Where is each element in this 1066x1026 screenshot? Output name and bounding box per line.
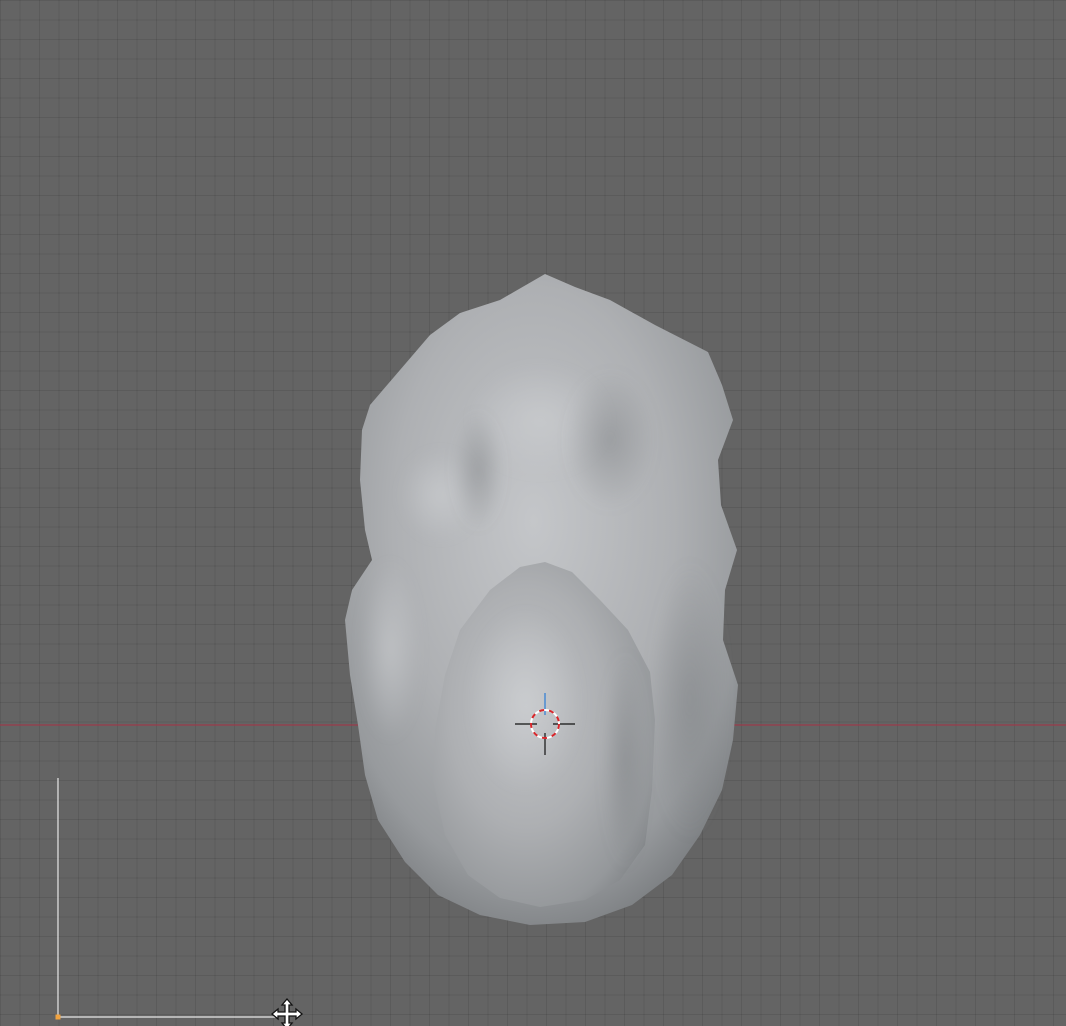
surface-shadow: [650, 560, 730, 840]
surface-shadow: [603, 650, 647, 870]
surface-shadow: [453, 410, 503, 530]
surface-highlight: [360, 560, 420, 740]
3d-viewport[interactable]: [0, 0, 1066, 1026]
surface-highlight: [470, 610, 580, 790]
origin-point: [55, 1014, 61, 1020]
viewport-scene[interactable]: [0, 0, 1066, 1026]
move-view-icon[interactable]: [270, 997, 304, 1026]
surface-shadow: [565, 370, 655, 510]
